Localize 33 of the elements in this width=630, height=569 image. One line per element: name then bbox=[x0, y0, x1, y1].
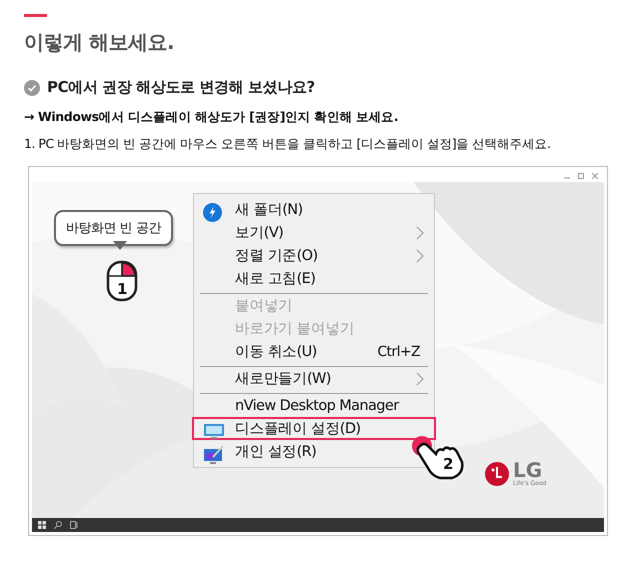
hand-pointer-icon bbox=[410, 434, 466, 480]
menu-item[interactable]: nView Desktop Manager bbox=[192, 390, 436, 417]
step-number: 1 bbox=[117, 280, 128, 298]
question-heading: PC에서 권장 해상도로 변경해 보셨나요? bbox=[47, 78, 315, 97]
accent-bar bbox=[24, 14, 47, 17]
task-view-icon[interactable] bbox=[70, 521, 79, 529]
callout-bubble: 바탕화면 빈 공간 bbox=[54, 210, 173, 246]
logo-icon bbox=[484, 460, 510, 486]
menu-item[interactable]: 보기(V) bbox=[192, 221, 436, 244]
logo-wordmark: LG bbox=[513, 460, 542, 480]
check-icon bbox=[24, 80, 40, 96]
windows-icon[interactable] bbox=[38, 521, 46, 529]
menu-item[interactable]: 정렬 기준(O) bbox=[192, 244, 436, 267]
step-number: 2 bbox=[443, 455, 454, 473]
hint-text: → Windows에서 디스플레이 해상도가 [권장]인지 확인해 보세요. bbox=[24, 109, 400, 126]
close-icon bbox=[592, 173, 598, 179]
step-text: 1. PC 바탕화면의 빈 공간에 마우스 오른쪽 버튼을 클릭하고 [디스플레이 설정]을 선택해주세요. bbox=[24, 136, 552, 153]
callout-tail bbox=[113, 241, 127, 251]
menu-item[interactable]: 새 폴더(N) bbox=[192, 198, 436, 221]
bolt-icon bbox=[203, 203, 222, 222]
section-heading: 이렇게 해보세요. bbox=[24, 29, 176, 56]
menu-item[interactable]: 이동 취소(U) Ctrl+Z bbox=[192, 340, 436, 363]
menu-item[interactable]: 디스플레이 설정(D) bbox=[192, 417, 436, 440]
search-icon[interactable] bbox=[54, 521, 62, 529]
chevron-icon bbox=[416, 226, 424, 240]
maximize-icon bbox=[578, 173, 584, 179]
chevron-icon bbox=[416, 372, 424, 386]
mouse-icon bbox=[106, 260, 138, 302]
chevron-icon bbox=[416, 248, 424, 262]
menu-item[interactable]: 새로 고침(E) bbox=[192, 267, 436, 290]
menu-item[interactable]: 새로만들기(W) bbox=[192, 363, 436, 390]
monitor-icon bbox=[203, 422, 225, 440]
personalize-icon bbox=[203, 445, 225, 464]
